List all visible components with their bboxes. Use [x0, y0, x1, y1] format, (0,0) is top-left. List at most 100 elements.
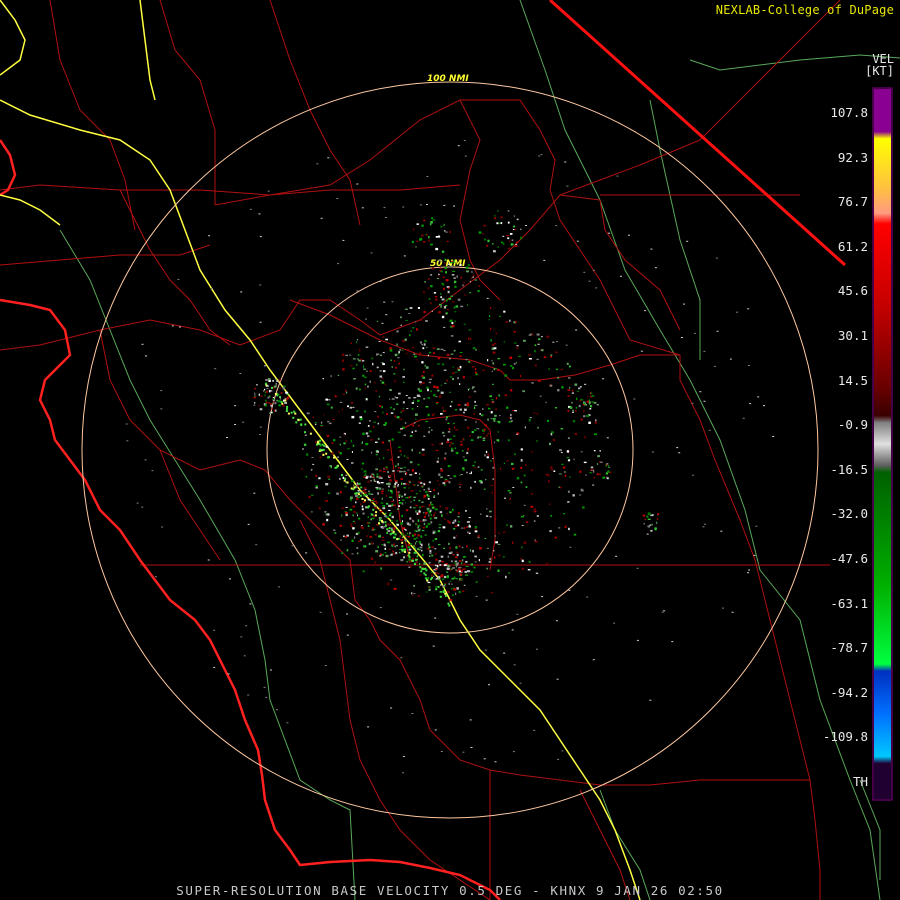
radar-echo [425, 320, 428, 322]
radar-echo [341, 507, 344, 510]
radar-echo [438, 527, 441, 529]
radar-echo [487, 418, 489, 421]
radar-echo [408, 313, 411, 314]
radar-echo [507, 237, 510, 240]
radar-echo [460, 276, 462, 279]
radar-echo [332, 418, 335, 420]
radar-echo [647, 518, 651, 520]
radar-echo [379, 511, 383, 513]
radar-echo [497, 439, 500, 442]
radar-echo [521, 559, 524, 563]
radar-echo [524, 426, 526, 429]
radar-echo [467, 570, 470, 573]
radar-echo [511, 243, 514, 246]
radar-echo [388, 523, 392, 526]
radar-echo [560, 368, 563, 371]
radar-echo [373, 497, 375, 500]
radar-echo [264, 391, 267, 394]
radar-echo [509, 319, 511, 322]
radar-echo [416, 540, 418, 543]
radar-echo [490, 591, 494, 594]
radar-echo [650, 529, 653, 532]
radar-echo [456, 587, 459, 590]
radar-echo [432, 219, 436, 221]
radar-echo [382, 507, 386, 510]
radar-echo [449, 391, 451, 393]
radar-echo [431, 506, 435, 509]
legend-tick: TH [852, 774, 868, 789]
radar-echo [693, 332, 696, 334]
radar-echo [410, 566, 412, 568]
radar-echo [461, 450, 464, 452]
radar-echo [584, 383, 587, 385]
radar-echo [550, 433, 553, 436]
radar-echo [438, 259, 441, 261]
radar-echo [447, 263, 451, 265]
radar-echo [351, 461, 354, 464]
radar-echo [521, 567, 524, 570]
radar-echo [520, 515, 524, 518]
radar-echo [419, 520, 423, 522]
radar-echo [453, 422, 455, 425]
radar-echo [412, 559, 415, 562]
radar-echo [399, 535, 402, 537]
radar-echo [319, 456, 322, 459]
radar-echo [450, 335, 454, 337]
radar-echo [396, 330, 399, 333]
radar-echo [226, 437, 228, 438]
radar-echo [414, 413, 418, 416]
radar-echo [271, 408, 273, 410]
radar-echo [328, 456, 330, 459]
radar-echo [428, 236, 430, 239]
radar-echo [341, 474, 343, 477]
radar-echo [343, 535, 345, 538]
radar-echo [449, 477, 452, 479]
radar-echo [318, 507, 321, 510]
legend-tick: -78.7 [830, 640, 868, 656]
radar-echo [384, 515, 387, 518]
radar-echo [415, 246, 417, 248]
radar-echo [470, 439, 474, 441]
radar-echo [546, 419, 550, 422]
radar-echo [388, 527, 391, 530]
radar-echo [371, 357, 374, 360]
radar-echo [596, 463, 599, 465]
radar-echo [440, 555, 444, 558]
radar-echo [274, 402, 277, 405]
radar-echo [462, 456, 465, 458]
radar-echo [381, 544, 384, 546]
radar-echo [398, 502, 402, 504]
radar-echo [337, 263, 340, 265]
radar-echo [505, 575, 507, 579]
radar-echo [125, 423, 128, 425]
radar-echo [286, 396, 290, 399]
radar-echo [353, 378, 356, 380]
radar-echo [435, 558, 438, 561]
radar-echo [454, 311, 457, 313]
radar-echo [407, 543, 411, 546]
radar-echo [308, 496, 311, 498]
radar-echo [473, 413, 476, 415]
legend-tick: -47.6 [830, 551, 868, 566]
radar-echo [379, 370, 382, 372]
radar-echo [599, 460, 601, 463]
radar-echo [268, 378, 271, 381]
radar-echo [371, 451, 373, 454]
radar-echo [383, 457, 385, 459]
radar-echo [388, 509, 391, 511]
radar-echo [352, 520, 355, 522]
radar-echo [456, 275, 458, 278]
radar-echo [365, 432, 369, 435]
radar-echo [583, 271, 586, 273]
radar-echo [395, 545, 398, 547]
radar-echo [543, 356, 547, 359]
radar-echo [472, 274, 475, 277]
radar-echo [503, 531, 506, 533]
radar-echo [408, 534, 410, 536]
radar-echo [373, 421, 376, 423]
legend-tick: -63.1 [830, 595, 868, 611]
radar-echo [394, 415, 397, 418]
radar-echo [364, 410, 366, 413]
radar-echo [398, 392, 401, 395]
radar-echo [365, 346, 369, 348]
